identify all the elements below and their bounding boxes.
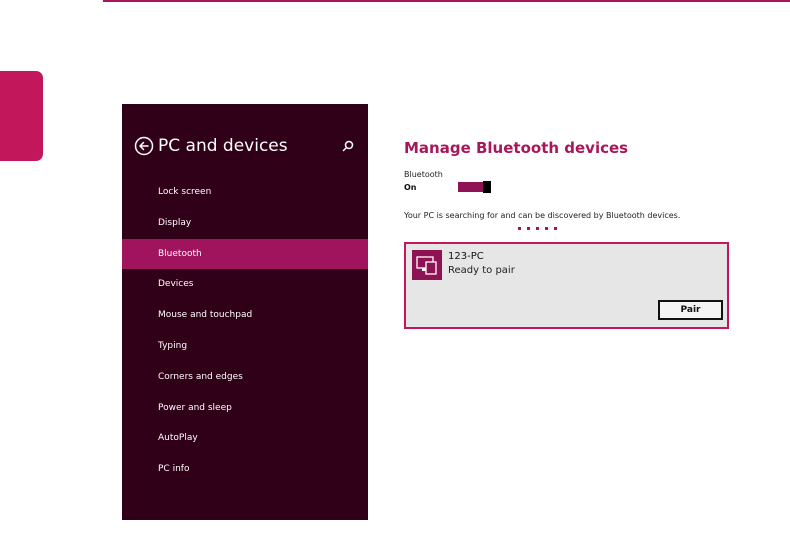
settings-sidebar: PC and devices Lock screen Display Bluet… [122,104,368,520]
bluetooth-toggle[interactable] [458,181,491,193]
sidebar-nav: Lock screen Display Bluetooth Devices Mo… [122,177,368,485]
sidebar-item-lock-screen[interactable]: Lock screen [122,177,368,208]
bluetooth-label: Bluetooth [404,170,443,179]
search-icon[interactable] [340,138,356,154]
progress-dot [545,227,548,230]
bluetooth-settings: Manage Bluetooth devices Bluetooth On Yo… [404,138,734,230]
searching-progress-dots [518,227,560,230]
sidebar-header: PC and devices [134,136,360,160]
side-tab-marker [0,71,43,161]
sidebar-item-pc-info[interactable]: PC info [122,454,368,485]
device-name: 123-PC [448,251,484,262]
back-arrow-icon[interactable] [134,136,154,156]
progress-dot [536,227,539,230]
sidebar-item-power-and-sleep[interactable]: Power and sleep [122,393,368,424]
sidebar-item-mouse-and-touchpad[interactable]: Mouse and touchpad [122,300,368,331]
sidebar-title: PC and devices [158,136,288,156]
sidebar-item-typing[interactable]: Typing [122,331,368,362]
toggle-thumb [483,181,491,193]
sidebar-item-autoplay[interactable]: AutoPlay [122,423,368,454]
pair-button[interactable]: Pair [658,300,723,320]
top-divider [103,0,790,2]
progress-dot [527,227,530,230]
sidebar-item-corners-and-edges[interactable]: Corners and edges [122,362,368,393]
sidebar-item-bluetooth[interactable]: Bluetooth [122,238,368,270]
discovery-status: Your PC is searching for and can be disc… [404,211,681,220]
page-title: Manage Bluetooth devices [404,139,629,157]
progress-dot [554,227,557,230]
sidebar-item-display[interactable]: Display [122,208,368,239]
bluetooth-state: On [404,183,417,192]
device-status: Ready to pair [448,265,515,276]
sidebar-item-devices[interactable]: Devices [122,269,368,300]
device-pc-icon [412,250,442,280]
device-list-item[interactable]: 123-PC Ready to pair Pair [404,242,729,329]
progress-dot [518,227,521,230]
